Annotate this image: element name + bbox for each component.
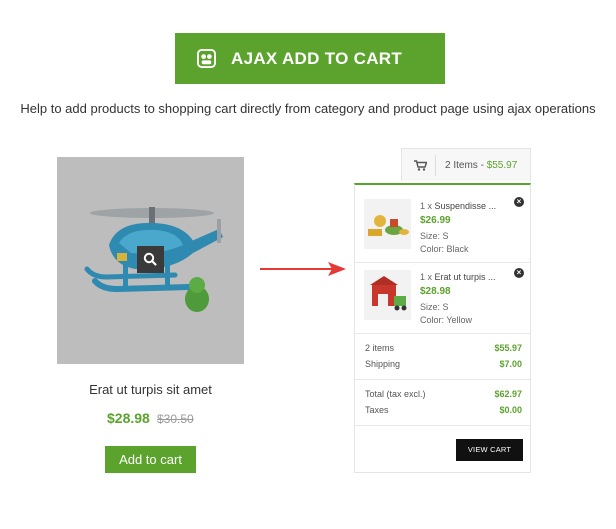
cart-divider xyxy=(355,262,530,263)
cart-header-separator xyxy=(435,155,436,176)
arrow-right-icon xyxy=(260,262,346,276)
search-icon xyxy=(143,252,157,266)
cart-item-name: Erat ut turpis ... xyxy=(434,272,496,282)
banner-title: AJAX ADD TO CART xyxy=(231,49,403,68)
cart-item-price: $26.99 xyxy=(420,215,451,226)
cart-summary: 2 Items - $55.97 xyxy=(445,149,517,182)
cart-item-color: Color: Black xyxy=(420,244,469,254)
cart-total-row: Total (tax excl.) $62.97 xyxy=(365,389,522,399)
cart-shipping-row: Shipping $7.00 xyxy=(365,359,522,369)
cart-summary-items: 2 Items - xyxy=(445,160,487,171)
cart-summary-total: $55.97 xyxy=(486,160,518,171)
cart-items-subtotal-row: 2 items $55.97 xyxy=(365,343,522,353)
cart-item: 1 x Erat ut turpis ... $28.98 Size: S Co… xyxy=(355,264,530,334)
cart-item-price: $28.98 xyxy=(420,286,451,297)
cart-item-title[interactable]: 1 x Erat ut turpis ... xyxy=(420,272,496,282)
cart-taxes-row: Taxes $0.00 xyxy=(365,405,522,415)
fire-station-toy-image xyxy=(370,276,407,311)
cart-dropdown: 1 x Suspendisse ... $26.99 Size: S Color… xyxy=(354,183,531,473)
remove-item-button[interactable]: × xyxy=(514,268,524,278)
cart-item-name: Suspendisse ... xyxy=(434,201,497,211)
view-cart-button[interactable]: VIEW CART xyxy=(456,439,523,461)
shipping-label: Shipping xyxy=(365,359,401,369)
close-icon: × xyxy=(516,197,522,206)
cart-item-title[interactable]: 1 x Suspendisse ... xyxy=(420,201,496,211)
items-value: $55.97 xyxy=(494,343,522,353)
items-label: 2 items xyxy=(365,343,395,353)
cart-item-color: Color: Yellow xyxy=(420,315,473,325)
cart-divider xyxy=(355,425,530,426)
cart-item: 1 x Suspendisse ... $26.99 Size: S Color… xyxy=(355,193,530,263)
cart-item-thumbnail[interactable] xyxy=(364,270,411,320)
shopping-cart-icon xyxy=(414,160,427,171)
cart-item-qty: 1 x xyxy=(420,201,433,211)
taxes-label: Taxes xyxy=(365,405,389,415)
product-price: $28.98 xyxy=(107,410,150,426)
cart-divider xyxy=(355,379,530,380)
product-name[interactable]: Erat ut turpis sit amet xyxy=(57,382,244,397)
puzzle-logo-icon xyxy=(197,49,216,68)
cart-header[interactable]: 2 Items - $55.97 xyxy=(401,148,531,181)
add-to-cart-button[interactable]: Add to cart xyxy=(105,446,196,473)
total-label: Total (tax excl.) xyxy=(365,389,426,399)
module-banner: AJAX ADD TO CART xyxy=(175,33,445,84)
product-old-price: $30.50 xyxy=(157,412,194,426)
quick-view-button[interactable] xyxy=(137,246,164,273)
cart-divider xyxy=(355,333,530,334)
close-icon: × xyxy=(516,268,522,277)
module-description: Help to add products to shopping cart di… xyxy=(20,101,596,116)
remove-item-button[interactable]: × xyxy=(514,197,524,207)
shipping-value: $7.00 xyxy=(499,359,522,369)
taxes-value: $0.00 xyxy=(499,405,522,415)
toy-set-image xyxy=(368,215,409,236)
cart-item-thumbnail[interactable] xyxy=(364,199,411,249)
cart-item-size: Size: S xyxy=(420,231,449,241)
cart-item-qty: 1 x xyxy=(420,272,433,282)
total-value: $62.97 xyxy=(494,389,522,399)
cart-item-size: Size: S xyxy=(420,302,449,312)
